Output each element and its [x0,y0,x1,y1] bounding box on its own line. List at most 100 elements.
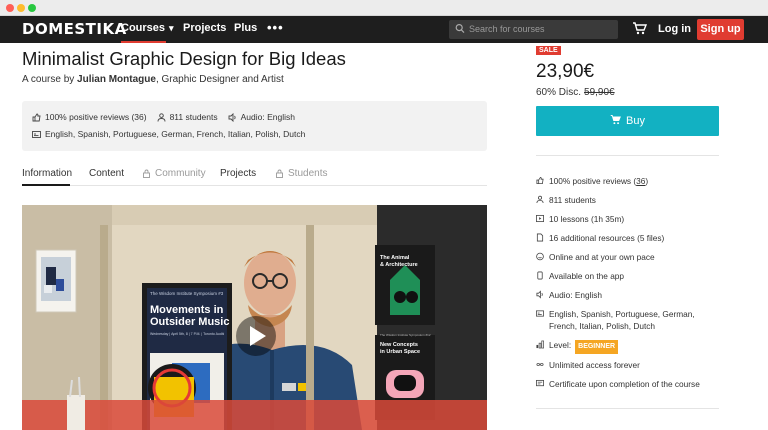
discount-line: 60% Disc. 59,90€ [536,87,615,98]
tab-projects[interactable]: Projects [220,168,256,179]
nav-plus[interactable]: Plus [234,22,257,34]
course-tabs: Information Content Community Projects S… [22,166,487,186]
nav-projects[interactable]: Projects [183,22,226,34]
nav-courses[interactable]: Courses ▾ [121,22,174,34]
user-icon [536,195,544,204]
course-byline: A course by Julian Montague, Graphic Des… [22,74,284,85]
poster-small-text: The Wisdom Institute Symposium #3 [150,291,224,296]
feature-app: Available on the app [536,271,624,282]
poster-card-animal: The Animal & Architecture [380,255,418,269]
byline-prefix: A course by [22,74,78,85]
summary-students-label: 811 students [169,112,218,122]
level-badge: BEGINNER [575,340,619,354]
summary-subtitles: English, Spanish, Portuguese, German, Fr… [32,129,305,139]
login-link[interactable]: Log in [658,23,691,35]
poster-card-urban: New Concepts in Urban Space [380,342,420,356]
browser-titlebar [0,0,768,16]
play-icon[interactable] [236,316,276,356]
smile-icon [536,252,544,261]
summary-audio: Audio: English [228,112,295,122]
feature-certificate: Certificate upon completion of the cours… [536,379,700,390]
feature-resources-label: 16 additional resources (5 files) [549,233,665,243]
signup-button[interactable]: Sign up [697,19,744,40]
poster-meta: Wednesday | April 5th, 8 | 7 P.M. | Toro… [150,332,224,336]
search-placeholder: Search for courses [469,24,545,34]
feature-subtitles: English, Spanish, Portuguese, German, Fr… [536,309,718,332]
course-title: Minimalist Graphic Design for Big Ideas [22,48,346,69]
card1-line1: The Animal [380,255,410,261]
author-link[interactable]: Julian Montague [77,74,156,85]
tab-students-label: Students [288,168,328,179]
tab-content[interactable]: Content [89,168,124,179]
close-window-dot[interactable] [6,4,14,12]
video-lesson-icon [536,214,544,223]
feature-access: Unlimited access forever [536,360,640,371]
lock-icon [276,169,283,178]
tab-students[interactable]: Students [275,168,327,179]
feature-subtitles-label: English, Spanish, Portuguese, German, Fr… [548,309,695,331]
poster-title-line1: Movements in [150,304,224,316]
feature-reviews-suffix: ) [645,176,649,186]
tab-community[interactable]: Community [142,168,206,179]
tab-information[interactable]: Information [22,168,72,179]
reviews-count-link[interactable]: 36 [636,176,645,186]
current-price: 23,90€ [536,61,595,82]
course-trailer-video[interactable]: The Wisdom Institute Symposium #3 Moveme… [22,205,487,430]
discount-label: 60% Disc. [536,87,582,98]
feature-level-label: Level: [549,340,572,350]
certificate-icon [536,379,544,387]
infinity-icon [536,363,544,366]
phone-icon [537,271,543,280]
buy-button[interactable]: Buy [536,106,719,136]
cart-icon[interactable] [632,21,647,36]
speaker-icon [536,290,543,299]
top-navbar: DOMESTIKA Courses ▾ Projects Plus ••• Sea… [0,16,768,43]
divider [536,155,719,156]
old-price: 59,90€ [584,87,615,98]
summary-students: 811 students [157,112,218,122]
card2-line2: in Urban Space [380,349,421,355]
nav-active-underline [121,41,166,43]
tab-active-indicator [22,184,70,186]
lock-icon [143,169,150,178]
feature-audio: Audio: English [536,290,602,301]
minimize-window-dot[interactable] [17,4,25,12]
nav-courses-label: Courses [121,22,166,34]
subtitles-icon [32,130,41,138]
feature-reviews-prefix: 100% positive reviews ( [549,176,637,186]
thumbs-up-icon [536,176,544,185]
feature-app-label: Available on the app [549,271,625,281]
feature-students: 811 students [536,195,596,206]
nav-more-menu[interactable]: ••• [267,20,284,35]
byline-suffix: , Graphic Designer and Artist [155,74,284,85]
summary-reviews-label: 100% positive reviews (36) [45,112,147,122]
feature-online-label: Online and at your own pace [549,252,655,262]
summary-subtitles-label: English, Spanish, Portuguese, German, Fr… [45,129,306,139]
divider [536,408,719,409]
card2-small-text: The Wisdom Institute Symposium #12 [380,333,431,337]
summary-audio-label: Audio: English [240,112,295,122]
feature-access-label: Unlimited access forever [549,360,640,370]
feature-lessons-label: 10 lessons (1h 35m) [549,214,625,224]
chevron-down-icon: ▾ [169,23,174,33]
thumbs-up-icon [32,113,41,121]
feature-students-label: 811 students [549,195,596,205]
cart-icon [610,115,621,125]
file-icon [536,233,544,242]
feature-reviews: 100% positive reviews (36) [536,176,648,187]
domestika-logo[interactable]: DOMESTIKA [22,20,127,38]
user-icon [157,112,166,122]
search-input[interactable]: Search for courses [449,20,618,39]
summary-reviews[interactable]: 100% positive reviews (36) [32,112,147,122]
poster-title: Movements in Outsider Music [150,304,229,328]
level-bars-icon [536,340,544,349]
poster-title-line2: Outsider Music [150,316,230,328]
maximize-window-dot[interactable] [28,4,36,12]
course-summary-box: 100% positive reviews (36) 811 students … [22,101,487,151]
search-icon [455,23,465,34]
feature-certificate-label: Certificate upon completion of the cours… [549,379,700,389]
buy-label: Buy [626,115,645,127]
feature-online: Online and at your own pace [536,252,655,263]
feature-lessons: 10 lessons (1h 35m) [536,214,624,225]
card1-line2: & Architecture [380,262,418,268]
